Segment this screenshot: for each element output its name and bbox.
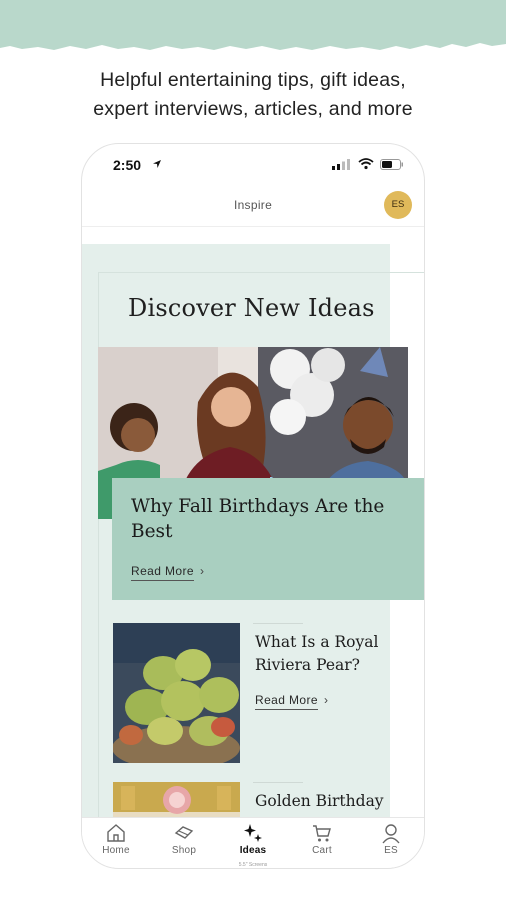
article-divider xyxy=(253,782,303,783)
cellular-signal-icon xyxy=(332,159,350,170)
sparkle-icon xyxy=(244,824,262,842)
status-bar: 2:50 xyxy=(82,144,424,186)
home-icon xyxy=(107,824,125,842)
app-header: Inspire ES xyxy=(82,186,424,227)
tab-ideas[interactable]: Ideas xyxy=(223,822,283,856)
tab-label: ES xyxy=(384,845,398,856)
featured-article-title[interactable]: Why Fall Birthdays Are the Best xyxy=(131,494,411,544)
chevron-right-icon: › xyxy=(323,693,328,707)
article-title[interactable]: Golden Birthday xyxy=(255,790,410,813)
content-area[interactable]: Discover New Ideas Why Fall Birthdays Ar… xyxy=(82,227,424,817)
article-divider xyxy=(253,623,303,624)
person-icon xyxy=(382,824,400,844)
tagline-line-1: Helpful entertaining tips, gift ideas, xyxy=(100,69,406,91)
tab-label: Ideas xyxy=(239,845,267,856)
tab-label: Home xyxy=(102,845,130,856)
read-more-label[interactable]: Read More xyxy=(255,693,318,710)
featured-article-card[interactable]: Why Fall Birthdays Are the Best Read Mor… xyxy=(112,478,424,600)
tab-label: Shop xyxy=(171,845,197,856)
article-read-more-link[interactable]: Read More › xyxy=(255,691,328,710)
tagline-line-2: expert interviews, articles, and more xyxy=(93,98,413,120)
tab-shop[interactable]: Shop xyxy=(154,822,214,856)
torn-paper-banner xyxy=(0,0,506,50)
article-list-item[interactable]: Golden Birthday xyxy=(113,782,413,817)
tab-cart[interactable]: Cart xyxy=(292,822,352,856)
phone-frame: 2:50 Inspire ES Discover New Ideas Why F… xyxy=(81,143,425,869)
wifi-icon xyxy=(358,158,374,170)
tab-home[interactable]: Home xyxy=(86,822,146,856)
cart-icon xyxy=(313,825,331,842)
pear-article-image[interactable] xyxy=(113,623,240,763)
featured-read-more-link[interactable]: Read More › xyxy=(131,562,204,581)
battery-icon xyxy=(380,159,403,170)
tab-label: Cart xyxy=(312,845,332,856)
article-title[interactable]: What Is a Royal Riviera Pear? xyxy=(255,631,410,677)
gift-icon xyxy=(174,826,194,839)
location-arrow-icon xyxy=(153,160,161,168)
page-title: Inspire xyxy=(233,198,273,212)
promo-tagline: Helpful entertaining tips, gift ideas, e… xyxy=(0,66,506,124)
chevron-right-icon: › xyxy=(199,564,204,578)
profile-avatar[interactable]: ES xyxy=(384,191,412,219)
tab-account[interactable]: ES xyxy=(361,822,421,856)
read-more-label[interactable]: Read More xyxy=(131,564,194,581)
status-time: 2:50 xyxy=(113,157,142,173)
bottom-tab-bar: Home Shop Ideas Cart ES 5.5" Screens xyxy=(82,817,424,868)
screen-size-note: 5.5" Screens xyxy=(238,862,268,868)
golden-birthday-image[interactable] xyxy=(113,782,240,817)
section-heading: Discover New Ideas xyxy=(128,294,375,322)
article-list-item[interactable]: What Is a Royal Riviera Pear? Read More › xyxy=(113,623,413,763)
